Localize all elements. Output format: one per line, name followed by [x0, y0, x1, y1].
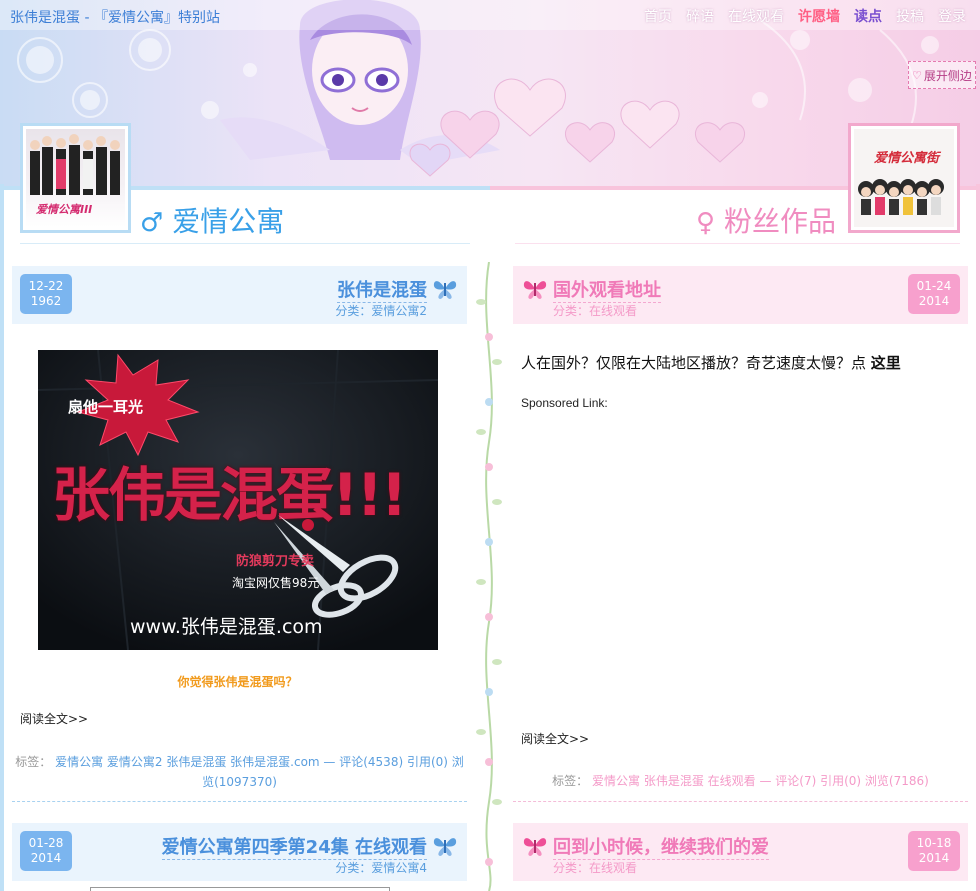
- nav-watch-online[interactable]: 在线观看: [728, 6, 784, 26]
- top-navigation: 首页 碎语 在线观看 许愿墙 读点 投稿 登录: [644, 6, 966, 26]
- post-meta-tags: 标签： 爱情公寓 爱情公寓2 张伟是混蛋 张伟是混蛋.com — 评论(4538…: [12, 752, 467, 792]
- vine-divider: [476, 262, 502, 891]
- butterfly-icon: [433, 838, 457, 856]
- date-badge: 12-22 1962: [20, 274, 72, 314]
- left-border: [0, 184, 4, 891]
- post-title-link[interactable]: 张伟是混蛋: [337, 276, 427, 303]
- site-title-link[interactable]: 张伟是混蛋 - 『爱情公寓』特别站: [10, 7, 220, 27]
- post-separator: [12, 801, 467, 802]
- post-category-link[interactable]: 分类：爱情公寓2: [335, 302, 427, 319]
- tags-and-stats[interactable]: 爱情公寓 爱情公寓2 张伟是混蛋 张伟是混蛋.com — 评论(4538) 引用…: [55, 755, 464, 789]
- read-more-link[interactable]: 阅读全文>>: [20, 710, 88, 727]
- post-meta-tags: 标签： 爱情公寓 张伟是混蛋 在线观看 — 评论(7) 引用(0) 浏览(718…: [513, 771, 968, 791]
- female-symbol-icon: ♀: [696, 208, 716, 238]
- tags-and-stats[interactable]: 爱情公寓 张伟是混蛋 在线观看 — 评论(7) 引用(0) 浏览(7186): [592, 774, 929, 788]
- image-promo-line-2: 淘宝网仅售98元: [232, 576, 320, 590]
- post-title-link[interactable]: 回到小时候，继续我们的爱: [553, 833, 769, 860]
- post-title-link[interactable]: 国外观看地址: [553, 276, 661, 303]
- sponsored-label: Sponsored Link:: [521, 396, 608, 410]
- nav-submit[interactable]: 投稿: [896, 6, 924, 26]
- date-year: 1962: [30, 294, 62, 308]
- post-header-left-2: 01-28 2014 爱情公寓第四季第24集 在线观看 分类：爱情公寓4: [12, 823, 467, 881]
- image-promo-line-1: 防狼剪刀专卖: [236, 554, 315, 569]
- post-image[interactable]: 扇他一耳光 张伟是混蛋!!! 防狼剪刀专卖 淘宝网仅售98元 www.张伟是混蛋…: [38, 350, 438, 650]
- nav-login[interactable]: 登录: [938, 6, 966, 26]
- expand-sidebar-label: 展开侧边: [923, 68, 972, 83]
- date-badge: 01-24 2014: [908, 274, 960, 314]
- post-body-prefix: 人在国外？仅限在大陆地区播放？奇艺速度太慢？点: [521, 354, 871, 372]
- category-left-label: 爱情公寓: [172, 205, 285, 238]
- poster-left-title: 爱情公寓III: [36, 203, 93, 216]
- poster-right-thumbnail[interactable]: 爱情公寓街: [848, 123, 960, 233]
- post-body-link[interactable]: 这里: [871, 354, 901, 372]
- post-separator: [513, 801, 968, 802]
- butterfly-icon: [523, 281, 547, 299]
- header-banner: [0, 0, 980, 190]
- tags-label: 标签：: [15, 755, 52, 769]
- post-body-text: 人在国外？仅限在大陆地区播放？奇艺速度太慢？点 这里: [521, 352, 901, 373]
- nav-reading[interactable]: 读点: [854, 6, 882, 26]
- date-badge: 10-18 2014: [908, 831, 960, 871]
- category-right-label: 粉丝作品: [723, 205, 836, 238]
- category-title-right[interactable]: ♀ 粉丝作品: [696, 200, 836, 240]
- scissors-icon: [274, 515, 399, 618]
- post-category-link[interactable]: 分类：爱情公寓4: [335, 859, 427, 876]
- nav-wish-wall[interactable]: 许愿墙: [798, 6, 840, 26]
- category-underline-left: [20, 243, 470, 244]
- read-more-link[interactable]: 阅读全文>>: [521, 730, 589, 747]
- date-month-day: 12-22: [28, 279, 64, 293]
- next-post-image-top: [90, 887, 390, 891]
- post-category-link[interactable]: 分类：在线观看: [553, 302, 637, 319]
- tags-label: 标签：: [552, 774, 589, 788]
- poster-left-thumbnail[interactable]: 爱情公寓III: [20, 123, 131, 233]
- date-month-day: 10-18: [916, 836, 952, 850]
- category-title-left[interactable]: ♂ 爱情公寓: [140, 200, 284, 240]
- butterfly-icon: [433, 281, 457, 299]
- heart-icon: ♡: [912, 68, 922, 82]
- post-header-right-1: 国外观看地址 分类：在线观看 01-24 2014: [513, 266, 968, 324]
- post-header-right-2: 回到小时候，继续我们的爱 分类：在线观看 10-18 2014: [513, 823, 968, 881]
- category-underline-right: [515, 243, 960, 244]
- nav-micro-blog[interactable]: 碎语: [686, 6, 714, 26]
- post-title-link[interactable]: 爱情公寓第四季第24集 在线观看: [161, 833, 427, 860]
- butterfly-icon: [523, 838, 547, 856]
- date-month-day: 01-28: [28, 836, 64, 850]
- image-caption: 你觉得张伟是混蛋吗？: [177, 675, 298, 689]
- post-header-left-1: 12-22 1962 张伟是混蛋 分类：爱情公寓2: [12, 266, 467, 324]
- male-symbol-icon: ♂: [140, 208, 164, 238]
- poster-right-title: 爱情公寓街: [874, 151, 940, 166]
- date-year: 2014: [30, 851, 62, 865]
- right-border: [976, 184, 980, 891]
- image-url-text: www.张伟是混蛋.com: [130, 616, 323, 638]
- cartoon-cast-image: [858, 179, 944, 215]
- date-year: 2014: [918, 294, 950, 308]
- nav-home[interactable]: 首页: [644, 6, 672, 26]
- post-category-link[interactable]: 分类：在线观看: [553, 859, 637, 876]
- expand-sidebar-button[interactable]: ♡ 展开侧边: [908, 61, 976, 89]
- date-badge: 01-28 2014: [20, 831, 72, 871]
- date-month-day: 01-24: [916, 279, 952, 293]
- date-year: 2014: [918, 851, 950, 865]
